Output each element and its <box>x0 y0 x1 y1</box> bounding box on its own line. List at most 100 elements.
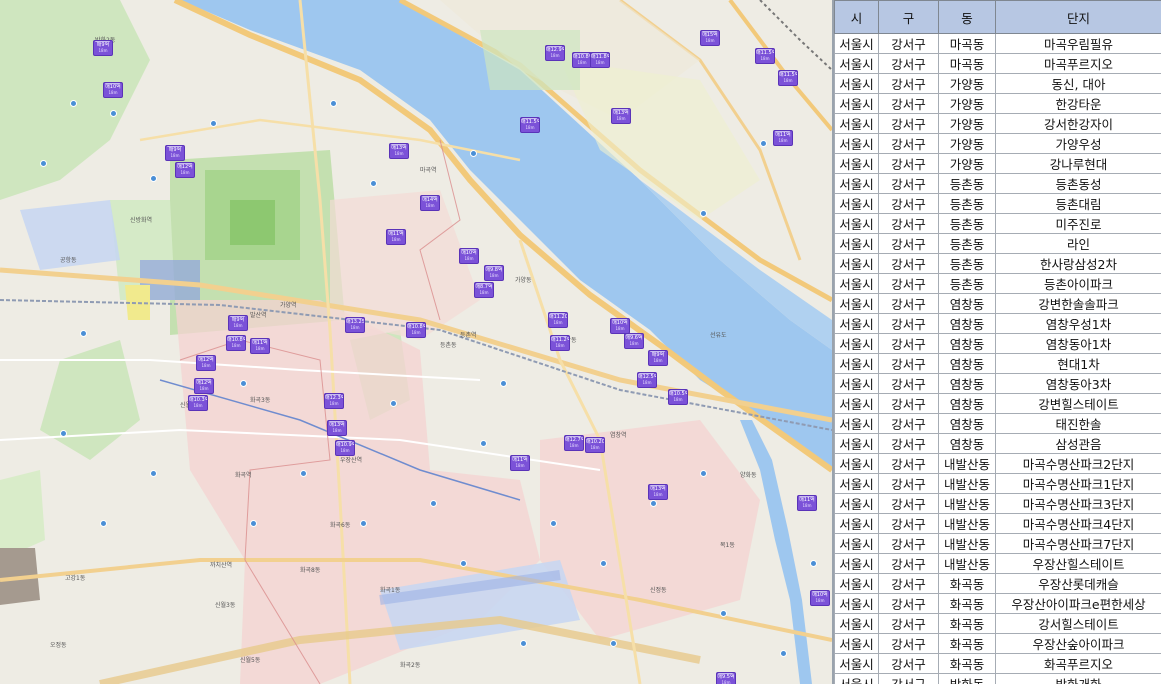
table-row: 서울시 강서구 화곡동 우장산숲아이파크 <box>834 633 1161 654</box>
price-marker[interactable]: 1,000매8.7억18m <box>474 282 494 298</box>
cell-city: 서울시 <box>834 553 879 574</box>
price-marker[interactable]: 1,000매11억18m <box>250 338 270 354</box>
price-marker[interactable]: 1,000매9억18m <box>165 145 185 161</box>
marker-count-tag: 1,000 <box>812 591 828 592</box>
marker-count-tag: 1,000 <box>670 390 686 391</box>
cell-dong: 화곡동 <box>938 653 996 674</box>
marker-area-label: 18m <box>108 90 118 95</box>
cell-gu: 강서구 <box>878 373 939 394</box>
table-row: 서울시 강서구 염창동 강변한솔솔파크 <box>834 293 1161 314</box>
cell-complex: 방화개화 <box>995 673 1161 684</box>
price-marker[interactable]: 1,000매13억18m <box>611 108 631 124</box>
cell-dong: 염창동 <box>938 393 996 414</box>
cell-city: 서울시 <box>834 73 879 94</box>
price-marker[interactable]: 1,000매9.8억18m <box>484 265 504 281</box>
place-label: 마곡역 <box>420 167 437 174</box>
price-marker[interactable]: 1,000매10.3억18m <box>188 395 208 411</box>
price-marker[interactable]: 1,000매10.8억18m <box>406 322 426 338</box>
cell-city: 서울시 <box>834 313 879 334</box>
marker-count-tag: 1,000 <box>639 373 655 374</box>
cell-complex: 마곡푸르지오 <box>995 53 1161 74</box>
price-marker[interactable]: 1,000매13.25억18m <box>345 317 365 333</box>
price-marker[interactable]: 1,000매12.7억18m <box>564 435 584 451</box>
cell-dong: 방화동 <box>938 673 996 684</box>
price-marker[interactable]: 1,000매10.8억18m <box>226 335 246 351</box>
cell-dong: 가양동 <box>938 133 996 154</box>
cell-dong: 염창동 <box>938 433 996 454</box>
price-marker[interactable]: 1,000매13억18m <box>648 484 668 500</box>
price-marker[interactable]: 1,000매11억18m <box>797 495 817 511</box>
cell-city: 서울시 <box>834 53 879 74</box>
cell-dong: 내발산동 <box>938 453 996 474</box>
price-marker[interactable]: 1,000매10억18m <box>459 248 479 264</box>
cell-complex: 우장산롯데캐슬 <box>995 573 1161 594</box>
marker-area-label: 18m <box>411 330 421 335</box>
price-marker[interactable]: 1,000매11.8억18m <box>590 52 610 68</box>
price-marker[interactable]: 1,000매11.2억18m <box>550 335 570 351</box>
price-marker[interactable]: 1,000매12억18m <box>175 162 195 178</box>
price-marker[interactable]: 1,000매9억18m <box>93 40 113 56</box>
price-marker[interactable]: 1,000매10억18m <box>810 590 830 606</box>
price-marker[interactable]: 1,000매10억18m <box>103 82 123 98</box>
marker-count-tag: 1,000 <box>550 313 566 314</box>
price-marker[interactable]: 1,000매9.5억18m <box>716 672 736 684</box>
table-row: 서울시 강서구 염창동 염창우성1차 <box>834 313 1161 334</box>
price-marker[interactable]: 1,000매15억18m <box>700 30 720 46</box>
price-marker[interactable]: 1,000매11억18m <box>773 130 793 146</box>
poi-dot-icon <box>330 100 337 107</box>
marker-area-label: 18m <box>642 380 652 385</box>
cell-gu: 강서구 <box>878 413 939 434</box>
marker-area-label: 18m <box>577 60 587 65</box>
cell-complex: 마곡수명산파크1단지 <box>995 473 1161 494</box>
price-marker[interactable]: 1,000매13억18m <box>389 143 409 159</box>
price-marker[interactable]: 1,000매12.5억18m <box>637 372 657 388</box>
poi-dot-icon <box>360 520 367 527</box>
price-marker[interactable]: 1,000매11억18m <box>510 455 530 471</box>
price-marker[interactable]: 1,000매9억18m <box>648 350 668 366</box>
cell-gu: 강서구 <box>878 493 939 514</box>
price-marker[interactable]: 1,000매12.3억18m <box>324 393 344 409</box>
price-marker[interactable]: 1,000매10.9억18m <box>335 440 355 456</box>
cell-complex: 강서힐스테이트 <box>995 613 1161 634</box>
price-marker[interactable]: 1,000매10억18m <box>610 318 630 334</box>
cell-gu: 강서구 <box>878 633 939 654</box>
price-marker[interactable]: 1,000매11.5억18m <box>778 70 798 86</box>
cell-complex: 마곡우림필유 <box>995 33 1161 54</box>
poi-dot-icon <box>370 180 377 187</box>
price-marker[interactable]: 1,000매12.9억18m <box>545 45 565 61</box>
cell-city: 서울시 <box>834 453 879 474</box>
poi-dot-icon <box>700 470 707 477</box>
marker-area-label: 18m <box>464 256 474 261</box>
table-row: 서울시 강서구 가양동 동신, 대아 <box>834 73 1161 94</box>
cell-gu: 강서구 <box>878 293 939 314</box>
map-view[interactable]: 방화2동공항동가양동등촌동염창동화곡3동화곡1동화곡6동화곡8동화곡2동신월1동… <box>0 0 832 684</box>
price-marker[interactable]: 1,000매13억18m <box>327 420 347 436</box>
place-label: 화곡1동 <box>380 587 401 594</box>
poi-dot-icon <box>150 470 157 477</box>
cell-dong: 내발산동 <box>938 473 996 494</box>
cell-city: 서울시 <box>834 573 879 594</box>
cell-gu: 강서구 <box>878 593 939 614</box>
cell-dong: 화곡동 <box>938 593 996 614</box>
marker-count-tag: 1,000 <box>799 496 815 497</box>
price-marker[interactable]: 1,000매11억18m <box>386 229 406 245</box>
poi-dot-icon <box>150 175 157 182</box>
cell-dong: 등촌동 <box>938 253 996 274</box>
price-marker[interactable]: 1,000매11.20억18m <box>548 312 568 328</box>
marker-area-label: 18m <box>350 325 360 330</box>
price-marker[interactable]: 1,000매12억18m <box>196 355 216 371</box>
cell-complex: 우장산숲아이파크 <box>995 633 1161 654</box>
cell-city: 서울시 <box>834 373 879 394</box>
price-marker[interactable]: 1,000매9.6억18m <box>624 333 644 349</box>
place-label: 까치산역 <box>210 562 233 569</box>
price-marker[interactable]: 1,000매11.5억18m <box>520 117 540 133</box>
price-marker[interactable]: 1,000매14억18m <box>420 195 440 211</box>
price-marker[interactable]: 1,000매9억18m <box>228 315 248 331</box>
price-marker[interactable]: 1,000매10.20억18m <box>585 437 605 453</box>
cell-city: 서울시 <box>834 413 879 434</box>
price-marker[interactable]: 1,000매10.5억18m <box>668 389 688 405</box>
cell-city: 서울시 <box>834 353 879 374</box>
price-marker[interactable]: 1,000매10.8억18m <box>572 52 592 68</box>
price-marker[interactable]: 1,000매12억18m <box>194 378 214 394</box>
price-marker[interactable]: 1,000매11.5억18m <box>755 48 775 64</box>
